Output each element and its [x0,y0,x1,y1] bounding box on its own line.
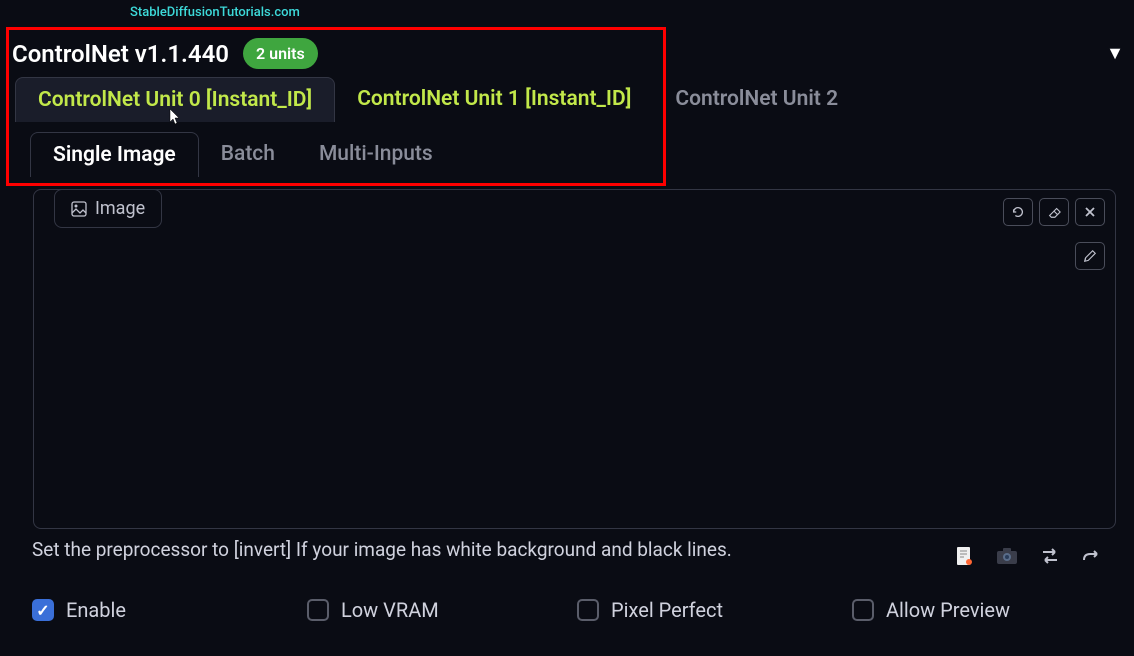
collapse-toggle[interactable]: ▼ [1106,43,1124,64]
tab-batch[interactable]: Batch [199,132,297,177]
close-button[interactable] [1075,198,1105,226]
eraser-icon [1047,205,1061,219]
hint-text: Set the preprocessor to [invert] If your… [32,538,732,561]
image-tab[interactable]: Image [54,189,162,228]
units-badge: 2 units [243,38,318,69]
action-icons [954,545,1102,567]
camera-icon[interactable] [996,547,1018,565]
undo-icon [1011,205,1025,219]
document-icon[interactable] [954,545,974,567]
image-drop-area[interactable]: Image [33,189,1116,529]
tab-single-image[interactable]: Single Image [30,132,199,177]
tab-controlnet-unit-1[interactable]: ControlNet Unit 1 [Instant_ID] [335,77,653,122]
image-controls [1003,198,1105,226]
tab-controlnet-unit-2[interactable]: ControlNet Unit 2 [653,77,860,122]
watermark-text: StableDiffusionTutorials.com [130,5,300,20]
erase-button[interactable] [1039,198,1069,226]
checkbox-allow-preview[interactable]: Allow Preview [852,598,1010,622]
checkbox-input[interactable] [32,599,54,621]
header-left: ControlNet v1.1.440 2 units [12,38,318,69]
tab-multi-inputs[interactable]: Multi-Inputs [297,132,455,177]
pencil-icon [1083,249,1097,263]
checkbox-input[interactable] [577,599,599,621]
edit-button[interactable] [1075,242,1105,270]
cursor-pointer-icon [165,108,181,128]
checkbox-pixel-perfect[interactable]: Pixel Perfect [577,598,852,622]
unit-tabs: ControlNet Unit 0 [Instant_ID] ControlNe… [15,77,860,122]
checkbox-input[interactable] [307,599,329,621]
checkbox-label: Allow Preview [886,598,1010,622]
undo-button[interactable] [1003,198,1033,226]
checkbox-label: Pixel Perfect [611,598,723,622]
panel-title: ControlNet v1.1.440 [12,40,229,68]
checkbox-low-vram[interactable]: Low VRAM [307,598,577,622]
image-tab-label: Image [95,198,145,219]
mode-tabs: Single Image Batch Multi-Inputs [30,132,455,177]
checkbox-enable[interactable]: Enable [32,598,307,622]
checkbox-input[interactable] [852,599,874,621]
checkbox-label: Low VRAM [341,598,439,622]
panel-header: ControlNet v1.1.440 2 units ▼ [12,30,1124,77]
image-icon [71,201,87,217]
swap-icon[interactable] [1040,547,1060,565]
close-icon [1084,206,1096,218]
checkbox-row: Enable Low VRAM Pixel Perfect Allow Prev… [32,598,1102,622]
checkbox-label: Enable [66,598,126,622]
send-icon[interactable] [1082,548,1102,564]
